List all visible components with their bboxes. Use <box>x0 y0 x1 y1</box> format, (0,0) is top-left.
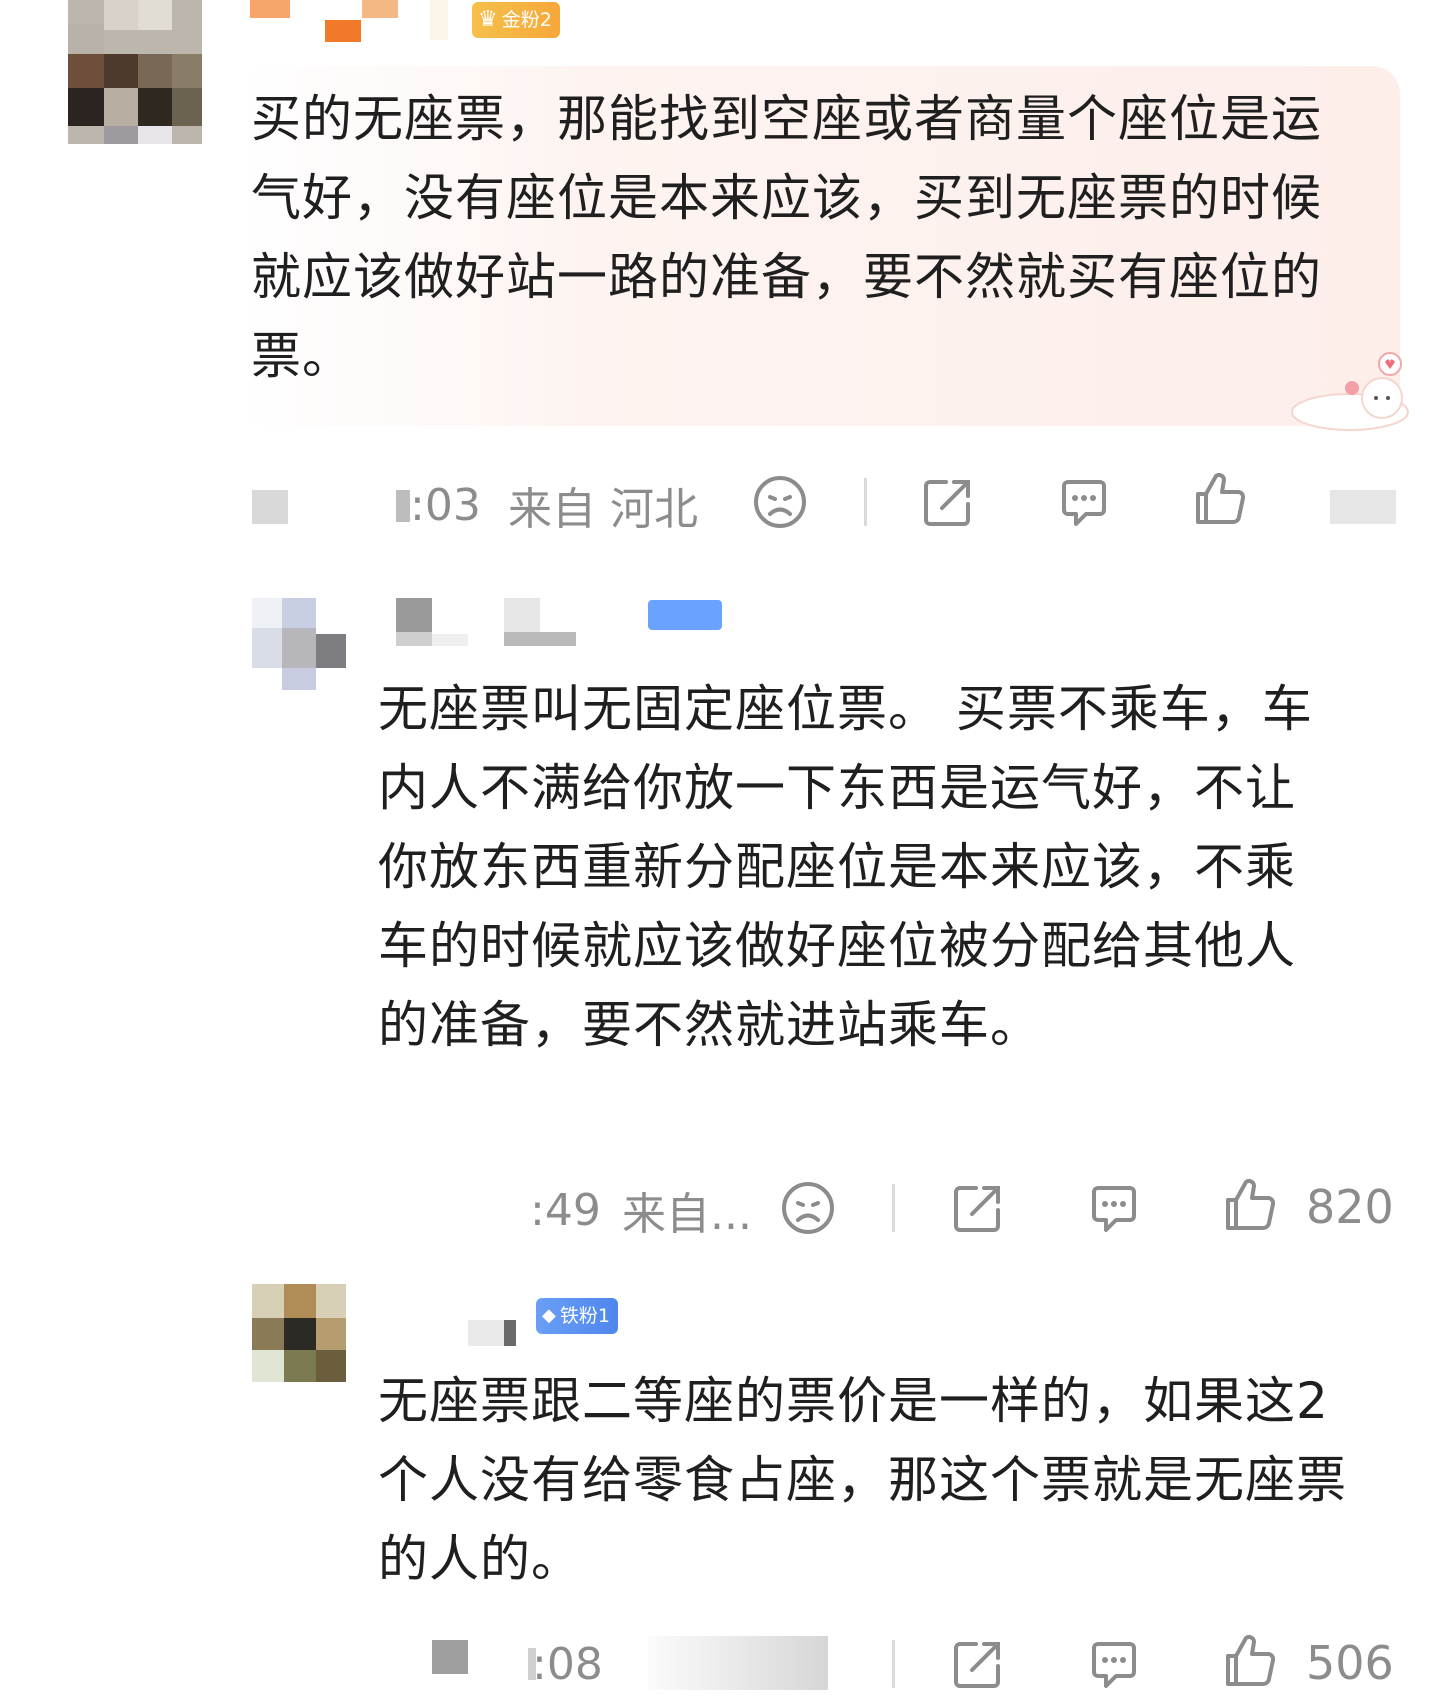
fan-level-badge[interactable]: ◆ 铁粉1 <box>536 1298 618 1334</box>
share-icon[interactable] <box>950 1180 1006 1236</box>
comment-text: 买的无座票，那能找到空座或者商量个座位是运气好，没有座位是本来应该，买到无座票的… <box>251 90 1322 385</box>
divider <box>892 1184 895 1232</box>
divider <box>892 1640 895 1688</box>
comment-icon[interactable] <box>1056 474 1112 530</box>
comment-time: :03 <box>410 479 481 531</box>
diamond-icon: ◆ <box>542 1305 556 1326</box>
comment-location: 来自... <box>622 1189 752 1240</box>
redacted-date <box>432 1640 468 1674</box>
comment-icon[interactable] <box>1086 1180 1142 1236</box>
comment-icon[interactable] <box>1086 1636 1142 1692</box>
redacted-like-count <box>1330 490 1396 524</box>
comment-text: 无座票叫无固定座位票。 买票不乘车，车内人不满给你放一下东西是运气好，不让你放东… <box>378 680 1313 1054</box>
thumbs-up-icon[interactable] <box>1222 1632 1278 1688</box>
avatar[interactable] <box>252 598 346 690</box>
comment-location: 来自 河北 <box>508 484 698 535</box>
avatar[interactable] <box>68 0 202 144</box>
like-count: 820 <box>1306 1180 1394 1234</box>
thumbs-up-icon[interactable] <box>1192 470 1248 526</box>
crown-icon: ♛ <box>478 7 498 32</box>
comment-time: :08 <box>532 1638 603 1690</box>
badge-label: 金粉2 <box>501 9 552 31</box>
divider <box>864 478 867 526</box>
fan-level-badge[interactable] <box>648 600 722 630</box>
share-icon[interactable] <box>920 474 976 530</box>
redacted-date <box>252 490 288 524</box>
badge-label: 铁粉1 <box>559 1305 610 1327</box>
comment-time: :49 <box>530 1184 601 1236</box>
redacted-location <box>648 1636 828 1690</box>
sad-face-icon[interactable] <box>780 1180 836 1236</box>
sad-face-icon[interactable] <box>752 474 808 530</box>
redacted-time-prefix <box>396 490 410 522</box>
fan-level-badge[interactable]: ♛ 金粉2 <box>472 2 560 38</box>
avatar[interactable] <box>252 1284 346 1382</box>
like-count: 506 <box>1306 1636 1394 1690</box>
thumbs-up-icon[interactable] <box>1222 1176 1278 1232</box>
share-icon[interactable] <box>950 1636 1006 1692</box>
comment-text: 无座票跟二等座的票价是一样的，如果这2个人没有给零食占座，那这个票就是无座票的人… <box>378 1372 1347 1588</box>
